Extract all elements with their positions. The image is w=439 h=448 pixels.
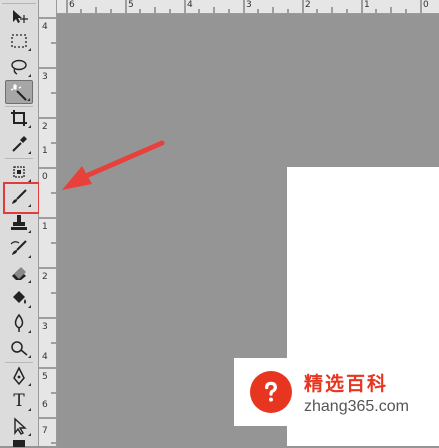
ruler-label: 7 xyxy=(42,426,48,436)
dodge-icon xyxy=(11,341,28,356)
marquee-icon xyxy=(11,34,27,48)
horizontal-ruler: 6 5 4 3 2 1 0 xyxy=(56,0,439,14)
magic-wand-icon xyxy=(10,84,27,101)
clone-stamp-tool[interactable] xyxy=(5,211,33,235)
eraser-tool[interactable] xyxy=(5,261,33,285)
ruler-label: 4 xyxy=(187,0,193,10)
healing-brush-icon xyxy=(13,166,25,178)
type-icon: T xyxy=(13,391,25,411)
ruler-label: 5 xyxy=(42,372,48,382)
brush-tool-highlight xyxy=(3,182,40,214)
watermark-logo: 精选百科 zhang365.com xyxy=(234,358,439,426)
lasso-tool[interactable] xyxy=(5,55,33,79)
eyedropper-icon xyxy=(12,136,27,152)
vertical-ruler: 4 3 2 1 0 1 2 3 4 5 6 7 xyxy=(39,0,57,446)
ruler-label: 2 xyxy=(42,272,48,282)
ruler-label: 0 xyxy=(423,0,429,10)
eyedropper-tool[interactable] xyxy=(5,132,33,156)
crop-tool[interactable] xyxy=(5,106,33,130)
pen-tool[interactable] xyxy=(5,364,33,388)
marquee-tool[interactable] xyxy=(5,29,33,53)
paint-bucket-tool[interactable] xyxy=(5,286,33,310)
ruler-label: 5 xyxy=(128,0,134,10)
ruler-label: 3 xyxy=(246,0,252,10)
blur-icon xyxy=(14,313,24,332)
eraser-icon xyxy=(12,267,26,280)
move-tool[interactable] xyxy=(5,5,33,29)
panel-grip[interactable] xyxy=(2,0,36,4)
clone-stamp-icon xyxy=(11,215,27,230)
watermark-title: 精选百科 xyxy=(304,372,389,395)
blur-tool[interactable] xyxy=(5,311,33,335)
ruler-label: 6 xyxy=(69,0,75,10)
ruler-label: 3 xyxy=(42,322,48,332)
ruler-label: 0 xyxy=(42,172,48,182)
history-brush-tool[interactable] xyxy=(5,236,33,260)
ruler-label: 1 xyxy=(42,146,48,156)
path-selection-tool[interactable] xyxy=(5,414,33,438)
magic-wand-tool[interactable] xyxy=(5,80,33,104)
healing-brush-tool[interactable] xyxy=(5,160,33,184)
shape-tool[interactable] xyxy=(5,438,33,448)
ruler-label: 6 xyxy=(42,400,48,410)
type-tool[interactable]: T xyxy=(5,389,33,413)
crop-icon xyxy=(11,110,27,126)
ruler-label: 2 xyxy=(42,122,48,132)
ruler-label: 4 xyxy=(42,352,48,362)
paint-bucket-icon xyxy=(13,291,26,304)
tools-panel: T xyxy=(0,0,39,448)
path-selection-icon xyxy=(14,417,27,436)
question-mark-icon xyxy=(250,371,292,413)
history-brush-icon xyxy=(10,240,27,255)
move-icon xyxy=(13,10,28,23)
ruler-label: 1 xyxy=(42,222,48,232)
pen-icon xyxy=(13,366,25,386)
ruler-label: 4 xyxy=(42,22,48,32)
ruler-label: 3 xyxy=(42,72,48,82)
watermark-url: zhang365.com xyxy=(304,397,409,415)
lasso-icon xyxy=(11,59,27,75)
ruler-label: 2 xyxy=(305,0,311,10)
ruler-label: 1 xyxy=(364,0,370,10)
dodge-tool[interactable] xyxy=(5,336,33,360)
